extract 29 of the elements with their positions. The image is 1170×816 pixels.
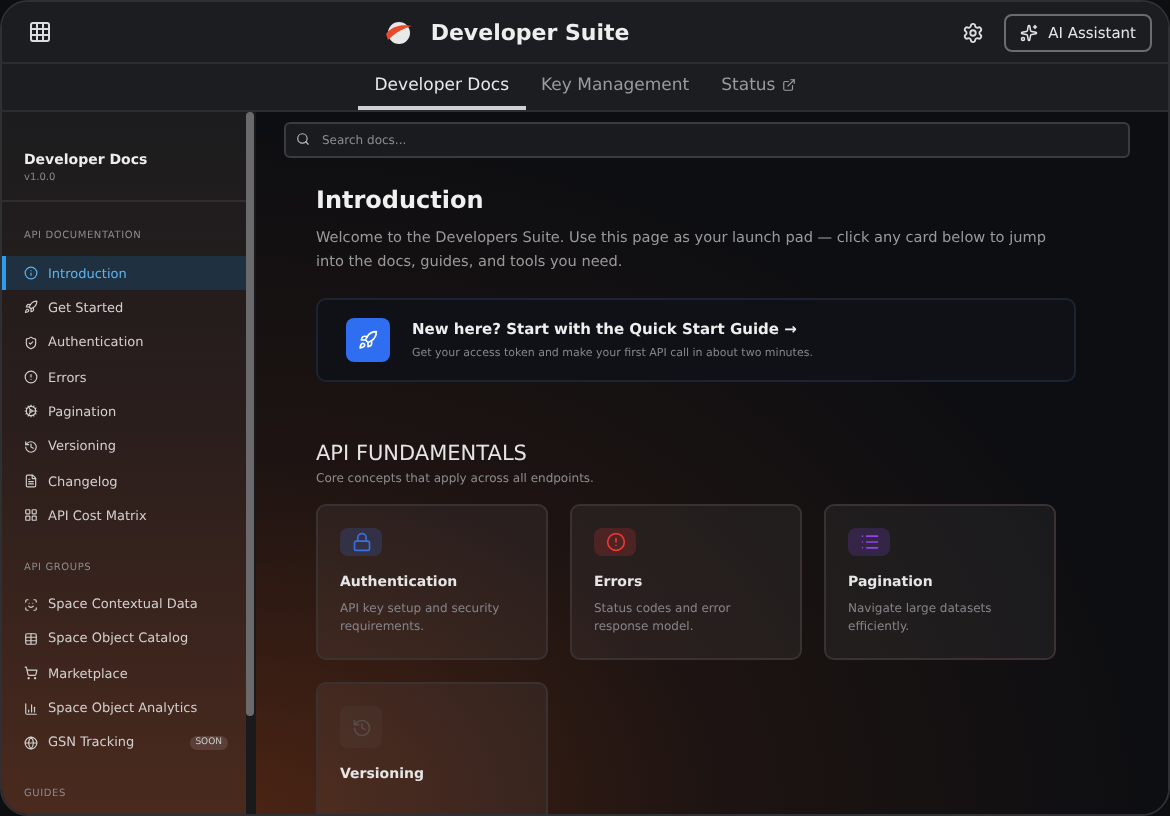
rocket-icon [24, 300, 38, 315]
bar-chart-icon [24, 701, 38, 716]
nav-tab[interactable]: Key Management [525, 64, 706, 110]
document-icon [24, 474, 38, 489]
list-icon [848, 528, 890, 556]
logo-icon [384, 19, 415, 45]
section-heading: API FUNDAMENTALS [316, 442, 529, 466]
grid-icon [24, 508, 38, 523]
app-title: Developer Suite [430, 19, 630, 45]
search-icon [296, 132, 310, 146]
table-icon [24, 631, 38, 646]
alert-icon [594, 528, 636, 556]
alert-icon [24, 370, 38, 385]
globe-icon [24, 735, 38, 750]
lock-icon [340, 528, 382, 556]
sparkles-icon [1020, 23, 1039, 41]
shield-icon [24, 335, 38, 350]
apps-grid-icon[interactable] [28, 20, 52, 44]
history-icon [24, 439, 38, 454]
info-icon [24, 266, 38, 281]
history-icon [340, 706, 382, 748]
cart-icon [24, 666, 38, 681]
scrollbar-thumb[interactable] [246, 112, 254, 716]
gear-icon [24, 404, 38, 419]
settings-icon[interactable] [962, 21, 985, 43]
nav-tab[interactable]: Status [705, 64, 812, 110]
page-heading: Introduction [316, 186, 486, 214]
scan-icon [24, 597, 38, 612]
rocket-icon [346, 318, 390, 362]
